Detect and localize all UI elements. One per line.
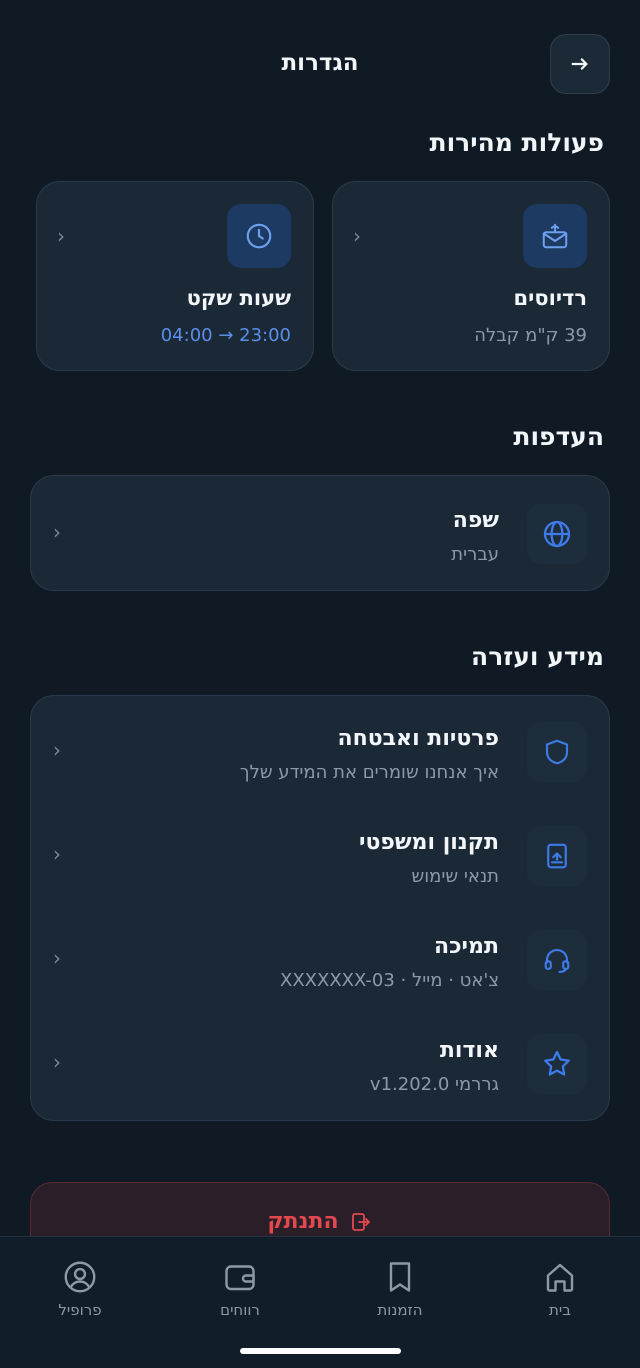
chevron-left-icon: ‹ [57, 224, 65, 248]
headset-icon [527, 930, 587, 990]
row-title: פרטיות ואבטחה [337, 726, 499, 751]
quick-actions-title: פעולות מהירות [429, 128, 605, 157]
preferences-card: שפה עברית ‹ [30, 475, 610, 591]
nav-item-profile[interactable]: פרופיל [20, 1259, 140, 1319]
chevron-left-icon: ‹ [53, 738, 61, 762]
row-subtitle: צ'אט · מייל · XXXXXXX-03 [280, 970, 499, 991]
chevron-left-icon: ‹ [53, 1050, 61, 1074]
quick-action-title: רדיוסים [513, 286, 587, 310]
chevron-left-icon: ‹ [53, 520, 61, 544]
nav-label: פרופיל [58, 1301, 102, 1319]
nav-item-bookings[interactable]: הזמנות [340, 1259, 460, 1319]
header: הגדרות [0, 32, 640, 96]
row-title: אודות [439, 1038, 499, 1063]
settings-row-about[interactable]: אודות גררמי v1.202.0 ‹ [31, 1012, 609, 1116]
quick-action-subtitle: 39 ק"מ קבלה [474, 325, 587, 346]
settings-row-language[interactable]: שפה עברית ‹ [31, 482, 609, 586]
settings-screen: הגדרות פעולות מהירות ‹ רדיוסים 39 ק"מ קב… [0, 0, 640, 1368]
mail-broadcast-icon [523, 204, 587, 268]
star-icon [527, 1034, 587, 1094]
preferences-title: העדפות [513, 422, 604, 451]
nav-item-home[interactable]: בית [500, 1259, 620, 1319]
arrow-right-icon [571, 58, 588, 70]
settings-row-support[interactable]: תמיכה צ'אט · מייל · XXXXXXX-03 ‹ [31, 908, 609, 1012]
profile-icon [64, 1261, 96, 1293]
document-icon [527, 826, 587, 886]
home-indicator [240, 1348, 401, 1354]
nav-item-earnings[interactable]: רווחים [180, 1259, 300, 1319]
nav-label: בית [549, 1301, 571, 1319]
chevron-left-icon: ‹ [53, 842, 61, 866]
quick-action-quiet-hours[interactable]: ‹ שעות שקט 04:00 → 23:00 [36, 181, 314, 371]
chevron-left-icon: ‹ [353, 224, 361, 248]
bookmark-icon [389, 1262, 411, 1292]
info-title: מידע ועזרה [471, 642, 604, 671]
home-icon [546, 1263, 574, 1292]
nav-label: הזמנות [377, 1301, 423, 1319]
settings-row-terms[interactable]: תקנון ומשפטי תנאי שימוש ‹ [31, 804, 609, 908]
shield-icon [527, 722, 587, 782]
page-title: הגדרות [281, 50, 359, 76]
settings-row-privacy[interactable]: פרטיות ואבטחה איך אנחנו שומרים את המידע … [31, 700, 609, 804]
logout-label: התנתק [267, 1209, 339, 1234]
row-title: שפה [452, 508, 499, 533]
logout-icon [351, 1212, 370, 1231]
clock-icon [227, 204, 291, 268]
row-subtitle: איך אנחנו שומרים את המידע שלך [239, 762, 499, 783]
quick-action-radius[interactable]: ‹ רדיוסים 39 ק"מ קבלה [332, 181, 610, 371]
quiet-hours-range: 04:00 → 23:00 [160, 325, 291, 346]
row-subtitle: עברית [451, 544, 499, 565]
row-subtitle: תנאי שימוש [411, 866, 499, 887]
back-button[interactable] [550, 34, 610, 94]
row-subtitle: גררמי v1.202.0 [369, 1074, 499, 1095]
wallet-icon [225, 1265, 255, 1291]
globe-icon [527, 504, 587, 564]
row-title: תמיכה [433, 934, 499, 959]
row-title: תקנון ומשפטי [358, 830, 499, 855]
quick-action-title: שעות שקט [186, 286, 291, 310]
chevron-left-icon: ‹ [53, 946, 61, 970]
bottom-nav: בית הזמנות רווחים פרופיל [0, 1236, 640, 1368]
info-card: פרטיות ואבטחה איך אנחנו שומרים את המידע … [30, 695, 610, 1121]
nav-label: רווחים [220, 1301, 260, 1319]
